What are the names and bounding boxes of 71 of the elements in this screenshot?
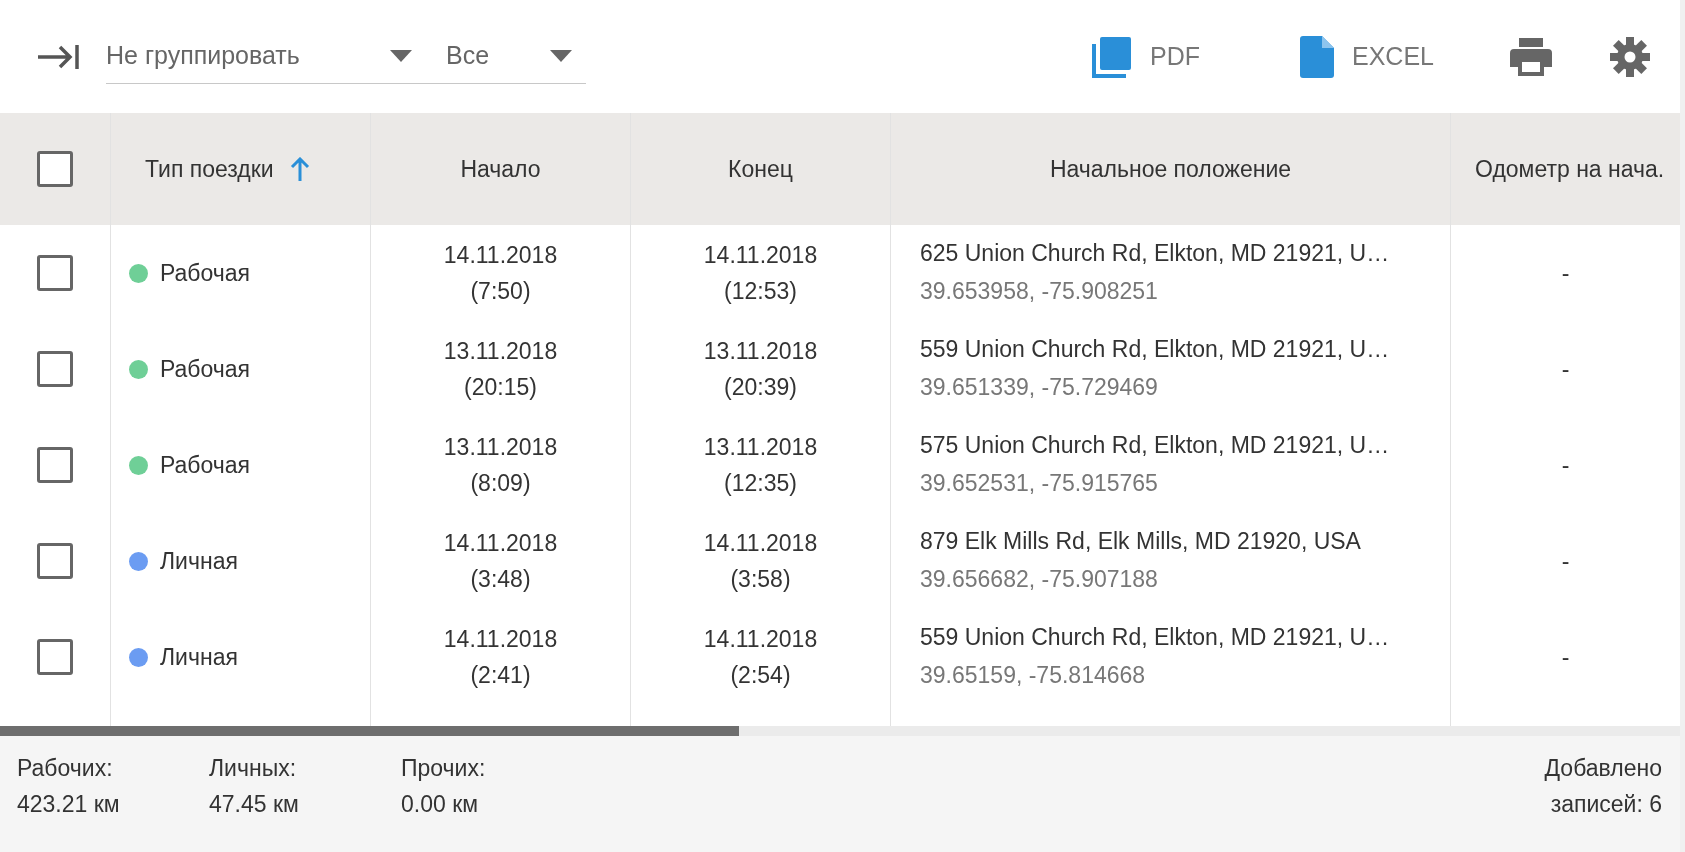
start-date: 13.11.2018 — [443, 433, 558, 462]
row-checkbox[interactable] — [37, 255, 73, 291]
start-date: 14.11.2018 — [443, 625, 558, 654]
total-label: Рабочих: — [17, 754, 114, 783]
end-date: 13.11.2018 — [703, 337, 818, 366]
column-header[interactable]: Конец — [728, 151, 793, 187]
start-date: 14.11.2018 — [443, 241, 558, 270]
end-date: 14.11.2018 — [703, 241, 818, 270]
horizontal-scrollbar[interactable] — [0, 726, 1680, 736]
start-coordinates: 39.652531, -75.915765 — [920, 469, 1159, 498]
end-date: 14.11.2018 — [703, 625, 818, 654]
start-address: 559 Union Church Rd, Elkton, MD 21921, U… — [920, 623, 1391, 652]
odometer-value: - — [1561, 355, 1570, 384]
row-checkbox[interactable] — [37, 639, 73, 675]
start-coordinates: 39.65159, -75.814668 — [920, 661, 1147, 690]
row-checkbox[interactable] — [37, 447, 73, 483]
start-date: 14.11.2018 — [443, 529, 558, 558]
odometer-value: - — [1561, 259, 1570, 288]
records-count: Добавлено записей: 6 — [1544, 754, 1662, 819]
sort-arrow-icon[interactable] — [289, 157, 310, 181]
end-date: 14.11.2018 — [703, 529, 818, 558]
column-header[interactable]: Начало — [460, 151, 541, 187]
printer-icon[interactable] — [1510, 37, 1552, 76]
start-address: 575 Union Church Rd, Elkton, MD 21921, U… — [920, 431, 1391, 460]
scrollbar-thumb[interactable] — [0, 726, 740, 736]
pdf-file-icon[interactable] — [1092, 35, 1132, 78]
end-time: (2:54) — [730, 661, 791, 690]
start-time: (2:41) — [470, 661, 531, 690]
start-coordinates: 39.653958, -75.908251 — [920, 277, 1159, 306]
end-time: (3:58) — [730, 565, 791, 594]
column-header[interactable]: Одометр на нача. — [1475, 151, 1665, 187]
start-date: 13.11.2018 — [443, 337, 558, 366]
odometer-value: - — [1561, 547, 1570, 576]
total-value: 423.21 км — [17, 790, 121, 819]
start-address: 879 Elk Mills Rd, Elk Mills, MD 21920, USA — [920, 527, 1362, 556]
start-coordinates: 39.656682, -75.907188 — [920, 565, 1159, 594]
start-time: (3:48) — [470, 565, 531, 594]
start-address: 625 Union Church Rd, Elkton, MD 21921, U… — [920, 239, 1391, 268]
odometer-value: - — [1561, 451, 1570, 480]
start-coordinates: 39.651339, -75.729469 — [920, 373, 1159, 402]
pdf-button[interactable]: PDF — [1086, 29, 1206, 84]
settings-icon[interactable] — [1610, 36, 1650, 77]
caret-icon — [550, 50, 572, 62]
odometer-value: - — [1561, 643, 1570, 672]
end-date: 13.11.2018 — [703, 433, 818, 462]
excel-button[interactable]: EXCEL — [1294, 29, 1440, 84]
trip-type: Рабочая — [160, 259, 251, 288]
file-icon[interactable] — [1300, 35, 1334, 78]
trip-type: Рабочая — [160, 451, 251, 480]
end-time: (20:39) — [724, 373, 797, 402]
row-checkbox[interactable] — [37, 543, 73, 579]
filter-select[interactable]: Все — [426, 29, 586, 84]
column-header[interactable]: Начальное положение — [1049, 151, 1292, 187]
column-header[interactable]: Тип поездки — [145, 151, 274, 187]
total-label: Прочих: — [401, 754, 487, 783]
caret-icon — [390, 50, 412, 62]
start-time: (7:50) — [470, 277, 531, 306]
trip-type: Личная — [160, 643, 238, 672]
total-label: Личных: — [209, 754, 298, 783]
row-checkbox[interactable] — [37, 351, 73, 387]
select-all-checkbox[interactable] — [37, 151, 73, 187]
trip-type: Рабочая — [160, 355, 251, 384]
start-time: (20:15) — [464, 373, 537, 402]
total-value: 0.00 км — [401, 790, 480, 819]
end-time: (12:35) — [724, 469, 797, 498]
end-time: (12:53) — [724, 277, 797, 306]
start-time: (8:09) — [470, 469, 531, 498]
group-select[interactable]: Не группировать — [106, 29, 426, 84]
trip-type: Личная — [160, 547, 238, 576]
start-address: 559 Union Church Rd, Elkton, MD 21921, U… — [920, 335, 1391, 364]
total-value: 47.45 км — [209, 790, 300, 819]
